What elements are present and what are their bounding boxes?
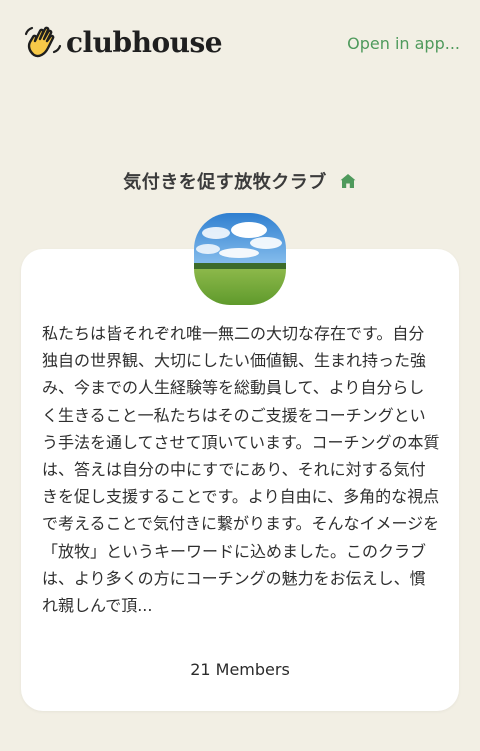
club-name: 気付きを促す放牧クラブ <box>123 172 327 193</box>
open-in-app-link[interactable]: Open in app... <box>347 34 460 53</box>
club-description: 私たちは皆それぞれ唯一無二の大切な存在です。自分独自の世界観、大切にしたい価値観… <box>42 324 440 616</box>
header: clubhouse Open in app... <box>0 0 480 90</box>
clubhouse-logo[interactable]: clubhouse <box>22 22 223 62</box>
club-avatar <box>194 213 286 305</box>
logo-text: clubhouse <box>66 25 223 59</box>
home-icon <box>340 174 356 188</box>
club-title-row: 気付きを促す放牧クラブ <box>0 168 480 194</box>
waving-hand-icon <box>24 26 62 58</box>
member-count[interactable]: 21 Members <box>0 660 480 679</box>
